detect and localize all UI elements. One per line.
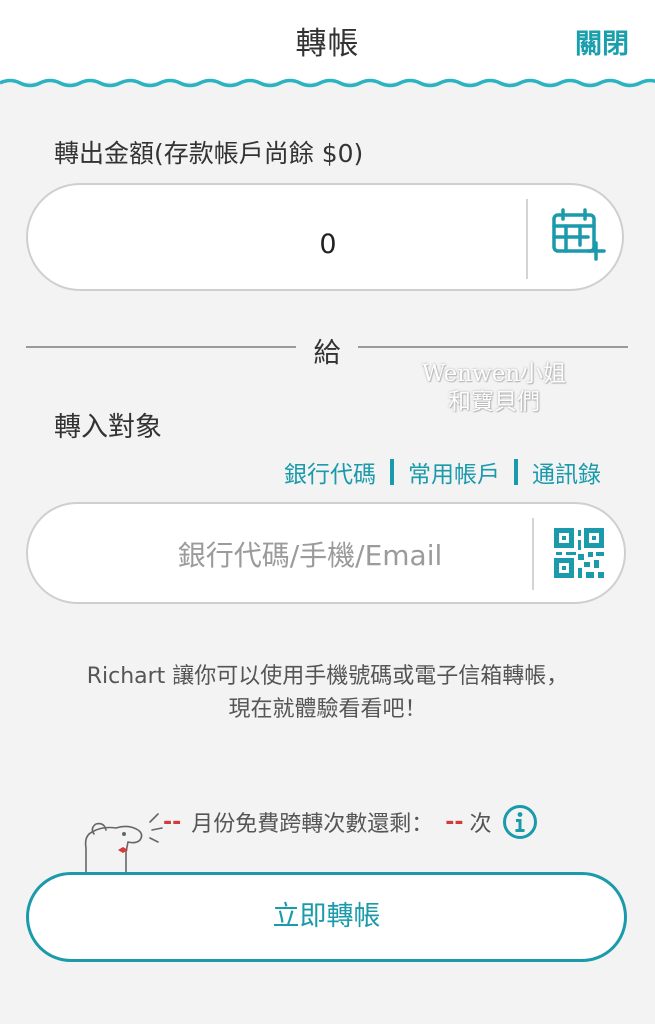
close-button[interactable]: 關閉 (575, 22, 629, 61)
header-bar: 轉帳 關閉 (0, 0, 655, 88)
transfer-out-label: 轉出金額(存款帳戶尚餘 $0) (54, 139, 364, 168)
divider-line-right (358, 346, 628, 348)
info-icon[interactable] (502, 804, 538, 840)
quota-text: 月份免費跨轉次數還剩： (191, 812, 434, 837)
amount-field-divider (526, 199, 528, 279)
amount-value: 0 (319, 229, 337, 260)
contacts-link[interactable]: 通訊錄 (532, 455, 601, 489)
qr-code-icon[interactable] (554, 528, 604, 578)
calendar-plus-icon[interactable] (550, 207, 606, 263)
bank-code-link[interactable]: 銀行代碼 (284, 455, 376, 489)
transfer-now-button[interactable]: 立即轉帳 (26, 872, 627, 962)
recipient-field[interactable] (26, 502, 626, 604)
promo-line2: 現在就體驗看看吧！ (228, 697, 427, 722)
transfer-in-label: 轉入對象 (54, 412, 162, 443)
header-wave-divider (0, 78, 655, 88)
page-title: 轉帳 (295, 26, 360, 62)
amount-input[interactable]: 0 (26, 183, 624, 291)
link-separator (390, 459, 394, 485)
watermark-line1: Wenwen小姐 (421, 361, 567, 387)
promo-line1: Richart 讓你可以使用手機號碼或電子信箱轉帳， (86, 664, 569, 689)
quota-count-value: -- (445, 809, 464, 835)
dog-mascot-illustration (84, 813, 163, 874)
transfer-quota: -- 月份免費跨轉次數還剩： -- 次 (163, 804, 538, 840)
link-separator (514, 459, 518, 485)
divider-line-left (26, 346, 296, 348)
divider-label: 給 (313, 338, 341, 369)
promo-text: Richart 讓你可以使用手機號碼或電子信箱轉帳， 現在就體驗看看吧！ (0, 660, 655, 726)
quota-unit: 次 (469, 812, 492, 837)
recipient-input[interactable] (108, 534, 512, 576)
watermark-line2: 和寶貝們 (448, 389, 540, 415)
recipient-field-divider (532, 518, 534, 590)
frequent-accounts-link[interactable]: 常用帳戶 (408, 455, 500, 489)
quota-month-value: -- (163, 809, 182, 835)
watermark: Wenwen小姐 和寶貝們 (394, 360, 594, 416)
recipient-quick-links: 銀行代碼 常用帳戶 通訊錄 (284, 455, 601, 489)
